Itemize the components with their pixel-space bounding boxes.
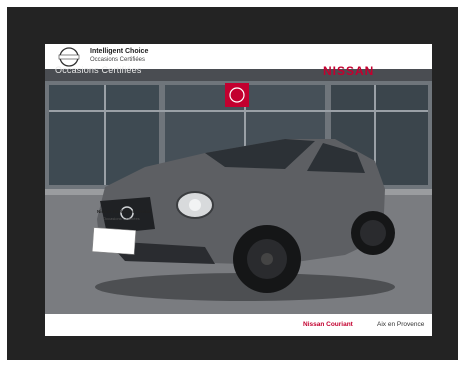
storefront-brand-sign: NISSAN xyxy=(323,64,375,78)
listing-photo: Intelligent Choice Occasions Certifiées xyxy=(45,44,432,336)
storefront-sign: Occasions Certifiées xyxy=(55,65,142,75)
header-subtitle: Occasions Certifiées xyxy=(90,57,146,63)
header-title: Intelligent Choice xyxy=(90,48,149,55)
dealership-scene xyxy=(45,69,432,314)
footer-bar: Nissan Couriant Aix en Provence xyxy=(45,314,432,336)
dealer-name: Nissan Couriant xyxy=(303,321,353,328)
plate-subtitle: Occasions Certifiées xyxy=(103,216,140,221)
dealer-city: Aix en Provence xyxy=(377,321,425,328)
plate-title: Nissan Intelligent Choice xyxy=(97,209,151,214)
